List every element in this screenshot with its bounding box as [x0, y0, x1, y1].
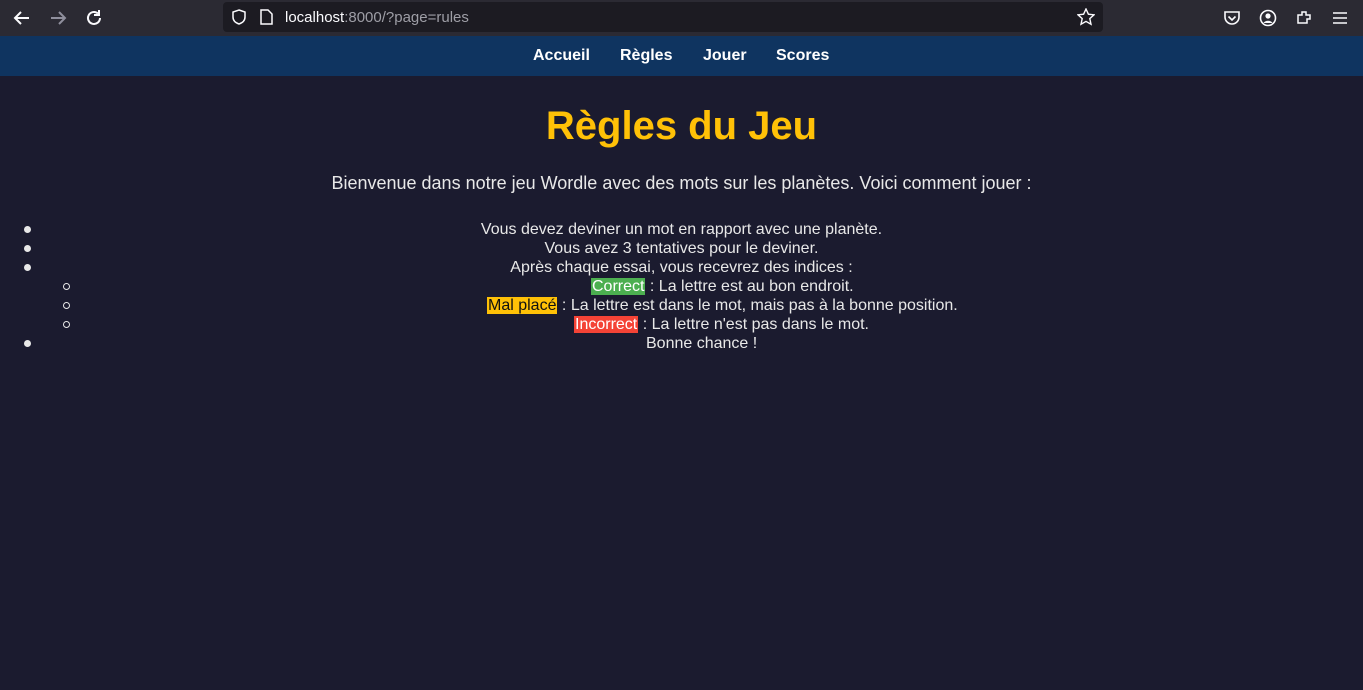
menu-button[interactable]: [1328, 6, 1352, 30]
extensions-icon: [1297, 11, 1311, 24]
menu-icon: [1333, 12, 1347, 24]
reload-icon: [87, 10, 101, 25]
hint-item-incorrect: Incorrect : La lettre n'est pas dans le …: [0, 315, 1363, 334]
hint-line: Correct : La lettre est au bon endroit.: [591, 277, 854, 296]
hint-text: : La lettre est au bon endroit.: [645, 278, 854, 295]
extensions-button[interactable]: [1292, 6, 1316, 30]
back-arrow-icon: [13, 11, 29, 25]
site-nav: Accueil Règles Jouer Scores: [0, 36, 1363, 76]
list-item: Après chaque essai, vous recevrez des in…: [0, 258, 1363, 277]
url-bar[interactable]: localhost:8000/?page=rules: [223, 2, 1103, 32]
bullet-circle-icon: [63, 321, 70, 328]
hint-line: Incorrect : La lettre n'est pas dans le …: [574, 315, 869, 334]
bullet-disc-icon: [24, 340, 31, 347]
hint-item-misplaced: Mal placé : La lettre est dans le mot, m…: [0, 296, 1363, 315]
rule-text: Vous devez deviner un mot en rapport ave…: [480, 221, 883, 238]
hint-line: Mal placé : La lettre est dans le mot, m…: [487, 296, 958, 315]
bullet-disc-icon: [24, 245, 31, 252]
nav-accueil[interactable]: Accueil: [533, 47, 590, 65]
shield-icon[interactable]: [231, 9, 247, 25]
forward-button[interactable]: [46, 6, 70, 30]
hint-text: : La lettre est dans le mot, mais pas à …: [557, 297, 958, 314]
nav-scores[interactable]: Scores: [776, 47, 829, 65]
star-icon[interactable]: [1077, 8, 1095, 26]
bullet-circle-icon: [63, 302, 70, 309]
account-icon: [1259, 9, 1277, 27]
pocket-icon: [1224, 11, 1240, 25]
rule-text: Vous avez 3 tentatives pour le deviner.: [544, 240, 819, 257]
bullet-disc-icon: [24, 264, 31, 271]
browser-toolbar: localhost:8000/?page=rules: [0, 0, 1363, 36]
rule-text: Après chaque essai, vous recevrez des in…: [510, 259, 853, 276]
url-text[interactable]: localhost:8000/?page=rules: [285, 9, 469, 26]
bullet-disc-icon: [24, 226, 31, 233]
hint-text: : La lettre n'est pas dans le mot.: [638, 316, 869, 333]
nav-jouer[interactable]: Jouer: [703, 47, 747, 65]
tag-incorrect: Incorrect: [574, 316, 639, 333]
page-title: Règles du Jeu: [545, 104, 818, 148]
tag-misplaced: Mal placé: [487, 297, 558, 314]
nav-regles[interactable]: Règles: [620, 47, 672, 65]
list-item: Vous avez 3 tentatives pour le deviner.: [0, 239, 1363, 258]
page-icon: [260, 9, 273, 25]
hint-item-correct: Correct : La lettre est au bon endroit.: [0, 277, 1363, 296]
list-item: Bonne chance !: [0, 334, 1363, 353]
intro-text: Bienvenue dans notre jeu Wordle avec des…: [331, 173, 1032, 193]
pocket-button[interactable]: [1220, 6, 1244, 30]
account-button[interactable]: [1256, 6, 1280, 30]
bullet-circle-icon: [63, 283, 70, 290]
reload-button[interactable]: [82, 6, 106, 30]
tag-correct: Correct: [591, 278, 646, 295]
list-item: Vous devez deviner un mot en rapport ave…: [0, 220, 1363, 239]
forward-arrow-icon: [51, 11, 67, 25]
rule-text: Bonne chance !: [646, 335, 758, 352]
back-button[interactable]: [10, 6, 34, 30]
